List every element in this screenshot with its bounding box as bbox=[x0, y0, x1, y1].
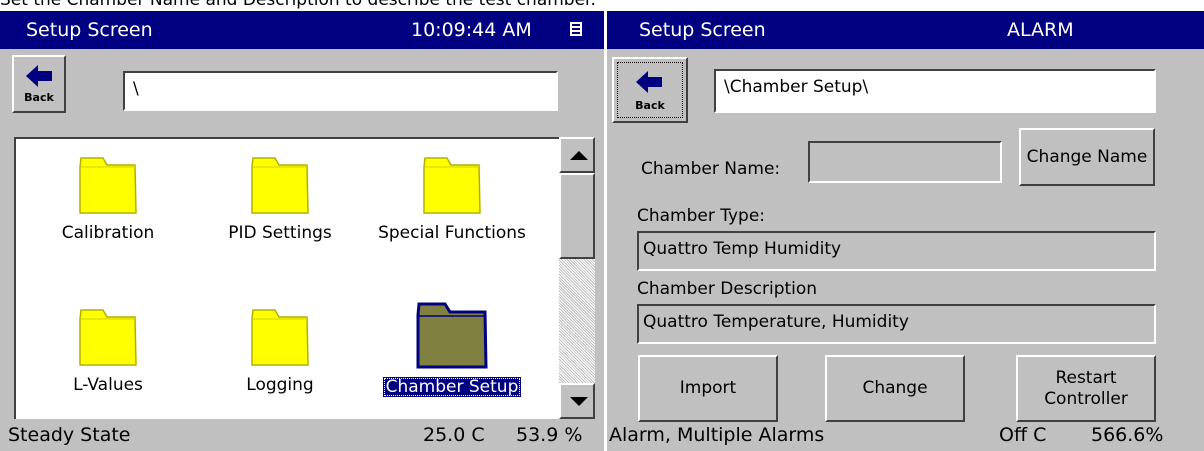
folder-icon bbox=[251, 157, 309, 214]
folder-label: Chamber Setup bbox=[382, 377, 522, 397]
path-field[interactable]: \ bbox=[123, 71, 558, 111]
status-temperature: Off C bbox=[999, 424, 1047, 446]
chamber-name-label: Chamber Name: bbox=[641, 159, 781, 179]
restart-label-line1: Restart bbox=[1055, 368, 1117, 389]
clock: 10:09:44 AM bbox=[411, 19, 532, 41]
left-setup-panel: Setup Screen 10:09:44 AM Back \ Calibrat… bbox=[0, 11, 604, 451]
folder-chamber-setup[interactable]: Chamber Setup bbox=[367, 299, 537, 397]
folder-icon bbox=[79, 309, 137, 366]
restart-label-line2: Controller bbox=[1044, 388, 1128, 409]
status-bar: Alarm, Multiple Alarms Off C 566.6% bbox=[607, 420, 1204, 451]
menu-icon[interactable] bbox=[570, 22, 582, 36]
folder-label: L-Values bbox=[73, 375, 143, 395]
down-arrow-icon bbox=[570, 397, 588, 406]
folder-logging[interactable]: Logging bbox=[195, 305, 365, 395]
caption-text: Set the Chamber Name and Description to … bbox=[0, 0, 596, 10]
window-title: Setup Screen bbox=[26, 19, 153, 41]
status-humidity: 53.9 % bbox=[516, 424, 583, 446]
back-button[interactable]: Back bbox=[612, 57, 688, 123]
folder-label: PID Settings bbox=[228, 223, 332, 243]
folder-calibration[interactable]: Calibration bbox=[23, 153, 193, 243]
folder-icon bbox=[79, 157, 137, 214]
chamber-description-label: Chamber Description bbox=[637, 279, 818, 299]
folder-selected-icon bbox=[416, 302, 488, 369]
change-button[interactable]: Change bbox=[825, 355, 965, 422]
folder-l-values[interactable]: L-Values bbox=[23, 305, 193, 395]
chamber-name-field[interactable] bbox=[808, 141, 1002, 183]
path-field[interactable]: \Chamber Setup\ bbox=[714, 69, 1156, 113]
scroll-up-button[interactable] bbox=[559, 137, 595, 173]
up-arrow-icon bbox=[570, 151, 588, 160]
status-state: Alarm, Multiple Alarms bbox=[609, 424, 825, 446]
back-label: Back bbox=[635, 99, 665, 112]
back-button[interactable]: Back bbox=[12, 55, 66, 113]
right-setup-panel: Setup Screen ALARM Back \Chamber Setup\ … bbox=[607, 11, 1204, 451]
status-state: Steady State bbox=[8, 424, 131, 446]
folder-icon bbox=[251, 309, 309, 366]
back-arrow-icon bbox=[636, 71, 662, 93]
status-temperature: 25.0 C bbox=[423, 424, 485, 446]
folder-special-functions[interactable]: Special Functions bbox=[367, 153, 537, 243]
back-label: Back bbox=[24, 91, 54, 104]
folder-pid-settings[interactable]: PID Settings bbox=[195, 153, 365, 243]
title-bar: Setup Screen ALARM bbox=[607, 11, 1204, 49]
alarm-indicator: ALARM bbox=[1007, 19, 1074, 41]
scroll-thumb[interactable] bbox=[559, 173, 595, 259]
status-bar: Steady State 25.0 C 53.9 % bbox=[0, 420, 604, 451]
title-bar: Setup Screen 10:09:44 AM bbox=[0, 11, 604, 49]
change-name-button[interactable]: Change Name bbox=[1019, 128, 1155, 186]
folder-label: Logging bbox=[246, 375, 314, 395]
scroll-down-button[interactable] bbox=[559, 383, 595, 419]
chamber-description-field[interactable]: Quattro Temperature, Humidity bbox=[637, 304, 1156, 344]
status-humidity: 566.6% bbox=[1091, 424, 1164, 446]
folder-grid: Calibration PID Settings Special Functio… bbox=[14, 137, 559, 419]
chamber-type-field[interactable]: Quattro Temp Humidity bbox=[637, 231, 1156, 271]
folder-icon bbox=[423, 157, 481, 214]
window-title: Setup Screen bbox=[639, 19, 766, 41]
restart-controller-button[interactable]: Restart Controller bbox=[1016, 355, 1156, 422]
folder-label: Special Functions bbox=[378, 223, 526, 243]
back-arrow-icon bbox=[26, 65, 52, 87]
vertical-scrollbar[interactable] bbox=[559, 137, 595, 419]
import-button[interactable]: Import bbox=[638, 355, 778, 422]
chamber-type-label: Chamber Type: bbox=[637, 206, 766, 226]
folder-label: Calibration bbox=[61, 223, 155, 243]
